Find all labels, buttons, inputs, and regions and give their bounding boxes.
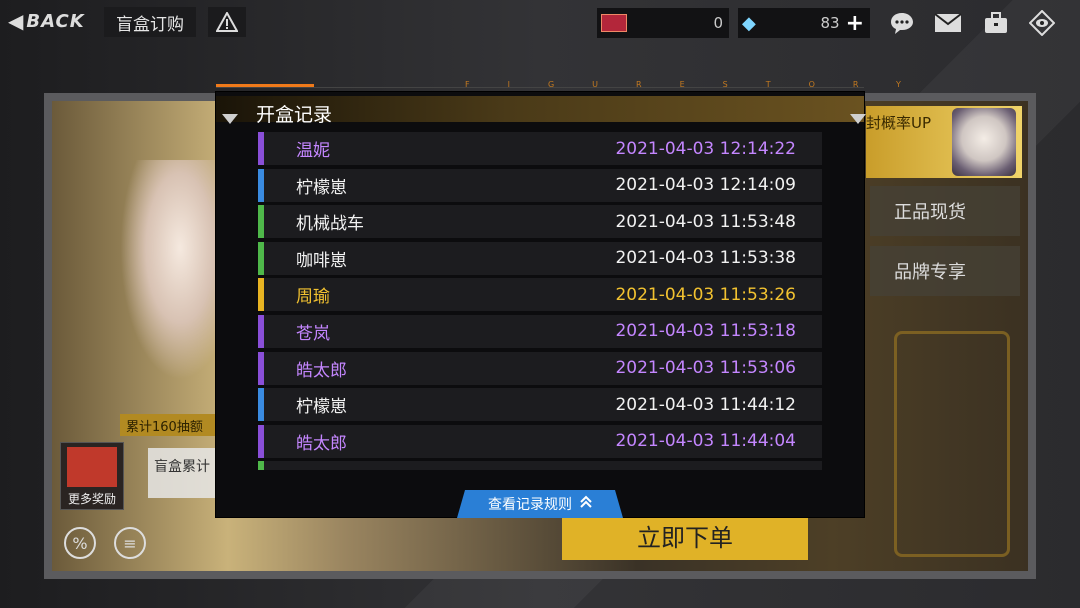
back-label: BACK — [26, 10, 85, 32]
record-name: 苍岚 — [296, 323, 330, 344]
rarity-bar — [258, 278, 264, 312]
discount-glyph: % — [72, 533, 88, 553]
ticket-icon — [601, 14, 627, 32]
record-name: 柠檬崽 — [296, 397, 347, 418]
brand-exclusive-button[interactable]: 品牌专享 — [870, 246, 1020, 296]
list-item: 柠檬崽 2021-04-03 11:44:12 — [258, 388, 822, 422]
rarity-bar — [258, 351, 264, 385]
open-box-record-modal: 开盒记录 温妮 2021-04-03 12:14:22 柠檬崽 2021-04-03… — [216, 92, 866, 518]
accumulate-panel: 盲盒累计 — [148, 448, 218, 498]
list-glyph: ≡ — [123, 533, 137, 553]
record-name: 皓太郎 — [296, 360, 347, 381]
record-time: 2021-04-03 12:14:22 — [615, 138, 796, 159]
view-record-rules-button[interactable]: 查看记录规则 — [457, 490, 623, 518]
mail-icon[interactable] — [934, 10, 962, 36]
page-title: 盲盒订购 — [104, 7, 196, 37]
ticket-counter[interactable]: 0 — [597, 8, 729, 38]
list-item: 苍岚 2021-04-03 11:53:18 — [258, 314, 822, 348]
add-gem-icon[interactable]: + — [846, 11, 864, 36]
list-item: 皓太郎 2021-04-03 11:44:04 — [258, 424, 822, 458]
chat-icon[interactable] — [888, 10, 916, 36]
gem-count: 83 — [820, 14, 840, 32]
bag-icon[interactable] — [982, 10, 1010, 36]
record-time: 2021-04-03 11:53:26 — [615, 284, 796, 305]
cumulative-reward-tag: 累计160抽额 — [120, 414, 220, 436]
record-time: 2021-04-03 11:53:48 — [615, 211, 796, 232]
genuine-stock-label: 正品现货 — [894, 202, 966, 223]
gift-icon — [67, 447, 117, 487]
record-time: 2021-04-03 11:44:12 — [615, 394, 796, 415]
diamond-icon: ◆ — [742, 13, 756, 34]
list-icon[interactable]: ≡ — [114, 527, 146, 559]
list-item: 咖啡崽 2021-04-03 11:53:38 — [258, 241, 822, 275]
record-name: 温妮 — [296, 141, 330, 161]
corner-marker-icon — [222, 114, 238, 124]
record-time: 2021-04-03 11:53:18 — [615, 321, 796, 342]
gem-counter[interactable]: ◆ 83 + — [738, 8, 870, 38]
top-bar: ◀ BACK 盲盒订购 0 ◆ 83 + — [0, 0, 1080, 44]
rate-up-text: 封概率UP — [866, 114, 932, 132]
rarity-bar — [258, 132, 264, 165]
more-rewards-label: 更多奖励 — [67, 492, 116, 506]
more-rewards-button[interactable]: 更多奖励 — [60, 442, 124, 510]
discount-icon[interactable]: % — [64, 527, 96, 559]
record-list[interactable]: 温妮 2021-04-03 12:14:22 柠檬崽 2021-04-03 12:1… — [258, 132, 822, 470]
rate-up-card[interactable]: 封概率UP — [866, 106, 1022, 178]
list-item — [258, 461, 822, 470]
rarity-bar — [258, 168, 264, 202]
corner-marker-icon — [850, 114, 866, 124]
record-name: 机械战车 — [296, 214, 364, 235]
back-button[interactable]: ◀ BACK — [8, 8, 98, 34]
genuine-stock-button[interactable]: 正品现货 — [870, 186, 1020, 236]
list-item: 皓太郎 2021-04-03 11:53:06 — [258, 351, 822, 385]
list-item: 温妮 2021-04-03 12:14:22 — [258, 132, 822, 165]
rarity-bar — [258, 424, 264, 458]
warning-icon[interactable] — [208, 7, 246, 37]
character-portrait — [952, 108, 1016, 176]
ticket-count: 0 — [713, 14, 723, 32]
rarity-bar — [258, 388, 264, 422]
list-item: 周瑜 2021-04-03 11:53:26 — [258, 278, 822, 312]
record-name: 周瑜 — [296, 287, 330, 308]
record-time: 2021-04-03 11:53:06 — [615, 358, 796, 379]
order-now-label: 立即下单 — [637, 523, 733, 552]
settings-eye-icon[interactable] — [1028, 10, 1056, 36]
record-name: 皓太郎 — [296, 433, 347, 454]
record-name: 柠檬崽 — [296, 177, 347, 198]
rarity-bar — [258, 461, 264, 470]
double-chevron-up-icon — [580, 495, 592, 513]
decorative-grid — [894, 331, 1010, 557]
brand-exclusive-label: 品牌专享 — [894, 262, 966, 283]
record-time: 2021-04-03 11:53:38 — [615, 248, 796, 269]
view-record-rules-label: 查看记录规则 — [488, 497, 572, 513]
brand-watermark: FIGURESTORY — [465, 80, 939, 89]
record-time: 2021-04-03 12:14:09 — [615, 175, 796, 196]
accumulate-text: 盲盒累计 — [154, 459, 210, 475]
modal-header: 开盒记录 — [216, 96, 866, 126]
rarity-bar — [258, 314, 264, 348]
record-name: 咖啡崽 — [296, 250, 347, 271]
record-time: 2021-04-03 11:44:04 — [615, 431, 796, 452]
modal-title: 开盒记录 — [256, 104, 333, 126]
list-item: 柠檬崽 2021-04-03 12:14:09 — [258, 168, 822, 202]
back-arrow-icon: ◀ — [8, 9, 25, 33]
rarity-bar — [258, 205, 264, 239]
list-item: 机械战车 2021-04-03 11:53:48 — [258, 205, 822, 239]
reward-tag-text: 累计160抽额 — [126, 419, 203, 435]
page-title-text: 盲盒订购 — [116, 14, 184, 35]
rarity-bar — [258, 241, 264, 275]
